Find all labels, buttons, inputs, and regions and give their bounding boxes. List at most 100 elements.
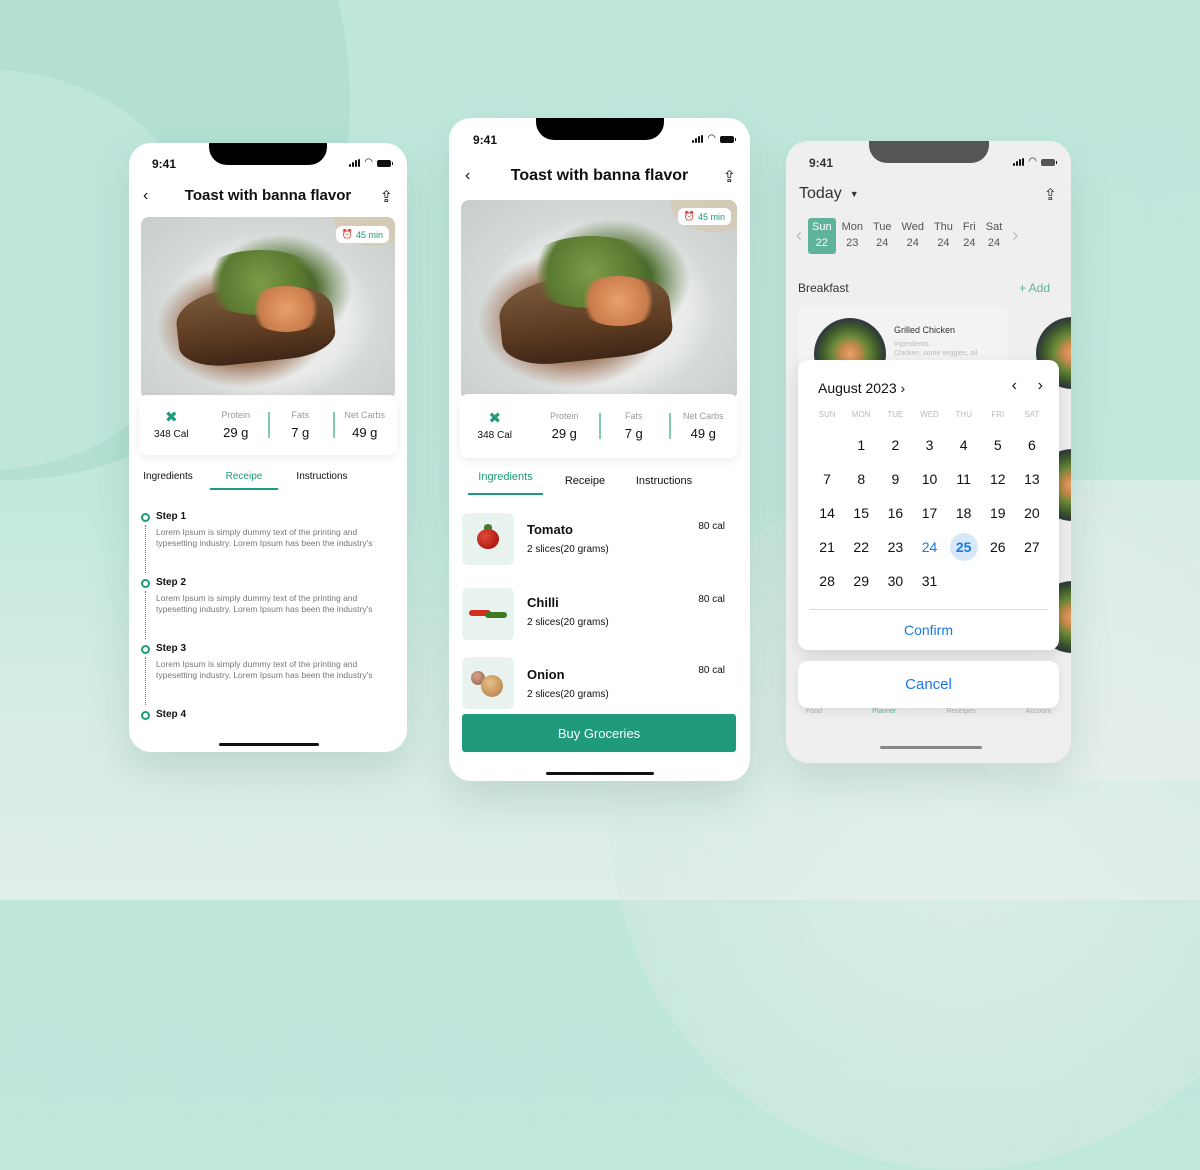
calendar-day[interactable]: 8 bbox=[844, 462, 878, 496]
tab-ingredients[interactable]: Ingredients bbox=[139, 471, 197, 490]
tab-planner[interactable]: Planner bbox=[872, 708, 896, 715]
tab-receipe[interactable]: Receipe bbox=[561, 471, 609, 495]
week-day-sat[interactable]: Sat 24 bbox=[982, 218, 1007, 254]
calendar-day[interactable]: 21 bbox=[810, 530, 844, 564]
divider bbox=[810, 609, 1047, 610]
day-number: 23 bbox=[887, 539, 904, 555]
weekday-label: SAT bbox=[1024, 410, 1040, 419]
calendar-day[interactable]: 30 bbox=[878, 564, 912, 598]
day-number: 2 bbox=[891, 437, 900, 453]
calendar-day[interactable]: 22 bbox=[844, 530, 878, 564]
week-day-mon[interactable]: Mon 23 bbox=[838, 218, 867, 254]
home-indicator bbox=[219, 743, 319, 746]
calendar-day[interactable]: 3 bbox=[912, 428, 946, 462]
calendar-day[interactable]: 14 bbox=[810, 496, 844, 530]
tab-receipes[interactable]: Receipes bbox=[946, 708, 975, 715]
calendar-day[interactable]: 2 bbox=[878, 428, 912, 462]
calendar-day[interactable]: 7 bbox=[810, 462, 844, 496]
calendar-day[interactable]: 27 bbox=[1015, 530, 1049, 564]
add-meal-button[interactable]: + Add bbox=[1019, 281, 1050, 295]
tab-instructions[interactable]: Instructions bbox=[290, 471, 354, 490]
ingredient-name: Tomato bbox=[527, 522, 573, 537]
prev-month-icon[interactable]: ‹ bbox=[1012, 377, 1017, 395]
cancel-button[interactable]: Cancel bbox=[798, 661, 1059, 708]
week-day-fri[interactable]: Fri 24 bbox=[959, 218, 980, 254]
calendar-day[interactable]: 11 bbox=[947, 462, 981, 496]
today-label: Today bbox=[799, 185, 842, 202]
share-icon[interactable]: ⇪ bbox=[723, 167, 736, 187]
time-badge-label: 45 min bbox=[697, 211, 725, 222]
tab-instructions[interactable]: Instructions bbox=[629, 471, 699, 495]
calendar-day[interactable]: 6 bbox=[1015, 428, 1049, 462]
ingredient-item[interactable]: Onion 2 slices(20 grams) 80 cal bbox=[462, 657, 737, 709]
tab-receipe[interactable]: Receipe bbox=[210, 471, 278, 490]
week-day-thu[interactable]: Thu 24 bbox=[930, 218, 957, 254]
share-icon[interactable]: ⇪ bbox=[380, 187, 393, 207]
step-desc: Lorem Ipsum is simply dummy text of the … bbox=[156, 659, 373, 681]
day-number: 21 bbox=[819, 539, 835, 555]
macro-value: 49 g bbox=[352, 425, 378, 440]
calendar-day[interactable]: 12 bbox=[981, 462, 1015, 496]
month-label: August 2023 bbox=[818, 380, 897, 396]
calendar-day[interactable]: 13 bbox=[1015, 462, 1049, 496]
weekday-label: SUN bbox=[818, 410, 836, 419]
calendar-day[interactable]: 15 bbox=[844, 496, 878, 530]
week-day-tue[interactable]: Tue 24 bbox=[869, 218, 896, 254]
calendar-day[interactable]: 26 bbox=[981, 530, 1015, 564]
step-dot-icon bbox=[141, 579, 150, 588]
share-icon[interactable]: ⇪ bbox=[1044, 185, 1057, 205]
alarm-clock-icon: ⏰ bbox=[341, 229, 353, 239]
tab-account[interactable]: Account bbox=[1026, 708, 1051, 715]
onion-icon bbox=[462, 657, 514, 709]
week-day-name: Mon bbox=[841, 221, 863, 233]
confirm-button[interactable]: Confirm bbox=[798, 622, 1059, 638]
status-time: 9:41 bbox=[809, 156, 834, 170]
week-day-wed[interactable]: Wed 24 bbox=[898, 218, 928, 254]
next-month-icon[interactable]: › bbox=[1038, 377, 1043, 395]
calendar-day[interactable]: 20 bbox=[1015, 496, 1049, 530]
calendar-day[interactable]: 5 bbox=[981, 428, 1015, 462]
next-week-icon[interactable]: › bbox=[1012, 225, 1018, 246]
day-number: 8 bbox=[857, 471, 866, 487]
prev-week-icon[interactable]: ‹ bbox=[796, 225, 802, 246]
step-item: Step 1 Lorem Ipsum is simply dummy text o… bbox=[141, 511, 389, 573]
macro-fats: Fats 7 g bbox=[599, 411, 669, 441]
tab-food[interactable]: Food bbox=[806, 708, 822, 715]
step-desc: Lorem Ipsum is simply dummy text of the … bbox=[156, 527, 373, 549]
month-year-selector[interactable]: August 2023 › bbox=[818, 380, 905, 396]
date-selector[interactable]: Today ▼ bbox=[799, 185, 859, 203]
phone-meal-planner: 9:41 ◠ Today ▼ ⇪ ‹ Sun 22 Mon 23 Tue 24 Wed 24 T… bbox=[786, 141, 1071, 763]
calendar-day[interactable]: 29 bbox=[844, 564, 878, 598]
calendar-day[interactable]: 18 bbox=[947, 496, 981, 530]
calendar-day[interactable]: 10 bbox=[912, 462, 946, 496]
calendar-day-today[interactable]: 24 bbox=[912, 530, 946, 564]
day-number: 19 bbox=[989, 505, 1006, 521]
calendar-grid: 1 2 3 4 5 6 7 8 9 10 11 12 13 14 15 16 17 18 19 20 21 22 23 24 2… bbox=[810, 428, 1049, 598]
week-day-sun[interactable]: Sun 22 bbox=[808, 218, 836, 254]
ingredient-item[interactable]: Chilli 2 slices(20 grams) 80 cal bbox=[462, 588, 737, 640]
recipe-tabs: Ingredients Receipe Instructions bbox=[139, 471, 354, 490]
calendar-day[interactable]: 28 bbox=[810, 564, 844, 598]
calendar-day[interactable]: 16 bbox=[878, 496, 912, 530]
calendar-day[interactable]: 31 bbox=[912, 564, 946, 598]
calendar-day[interactable]: 17 bbox=[912, 496, 946, 530]
day-number: 24 bbox=[921, 539, 938, 555]
calendar-day[interactable]: 19 bbox=[981, 496, 1015, 530]
day-number: 25 bbox=[949, 533, 978, 561]
day-number: 5 bbox=[993, 437, 1002, 453]
nutrition-card: ✖ 348 Cal Protein 29 g Fats 7 g Net Carbs 4… bbox=[460, 394, 738, 458]
date-picker: August 2023 › ‹ › SUN MON TUE WED THU FRI SAT … bbox=[798, 360, 1059, 650]
calendar-day[interactable]: 1 bbox=[844, 428, 878, 462]
macro-label: Fats bbox=[291, 410, 309, 420]
calendar-day[interactable]: 9 bbox=[878, 462, 912, 496]
ingredient-item[interactable]: Tomato 2 slices(20 grams) 80 cal bbox=[462, 513, 737, 565]
calendar-day[interactable]: 23 bbox=[878, 530, 912, 564]
calendar-day[interactable]: 4 bbox=[947, 428, 981, 462]
calendar-day-selected[interactable]: 25 bbox=[947, 530, 981, 564]
tab-ingredients[interactable]: Ingredients bbox=[468, 471, 543, 495]
day-number: 3 bbox=[925, 437, 934, 453]
empty-cell bbox=[810, 428, 844, 462]
buy-groceries-button[interactable]: Buy Groceries bbox=[462, 714, 736, 752]
weekday-header: SUN MON TUE WED THU FRI SAT bbox=[810, 410, 1049, 419]
status-time: 9:41 bbox=[152, 157, 177, 171]
